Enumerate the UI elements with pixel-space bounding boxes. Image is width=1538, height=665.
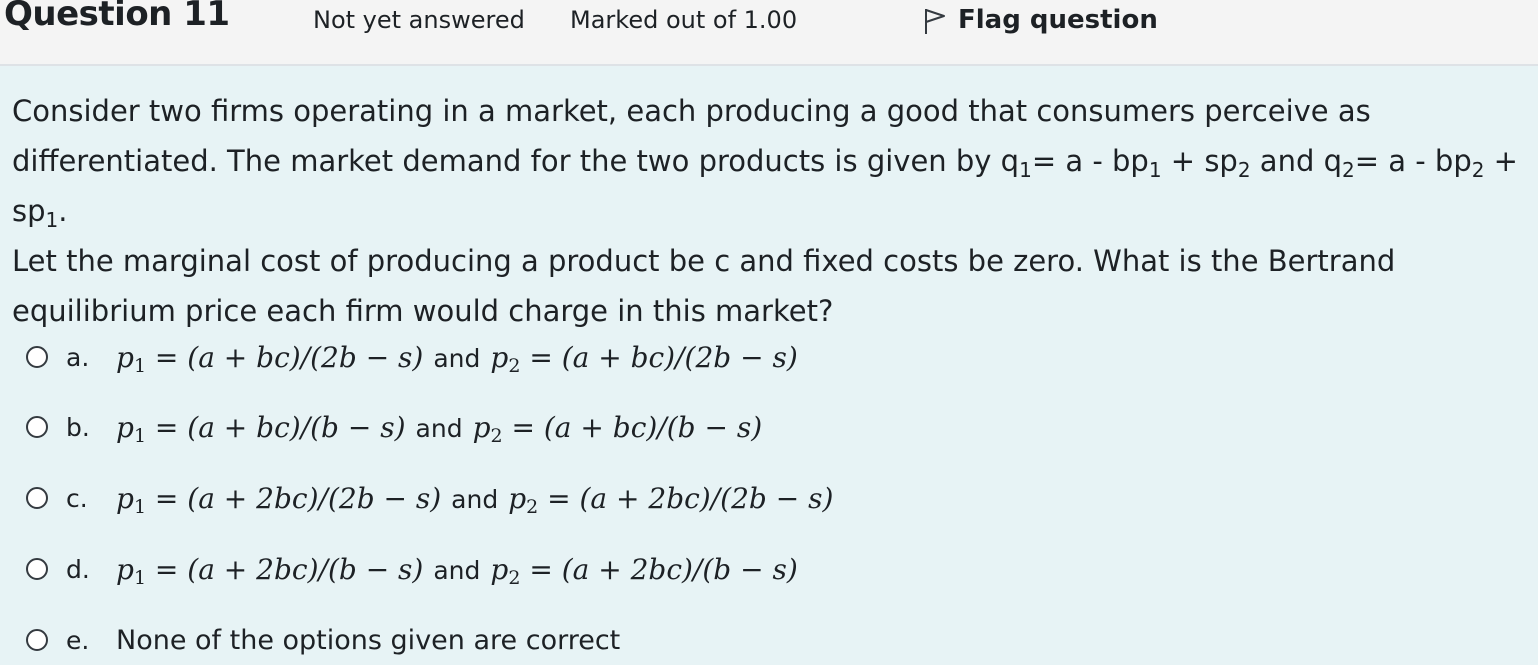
question-line-4: equilibrium price each firm would charge… [12, 294, 834, 328]
option-formula: p1 = (a + 2bc)/(2b − s) and p2 = (a + 2bc)… [116, 481, 834, 518]
flag-question-button[interactable]: Flag question [922, 0, 1158, 40]
option-letter: b. [66, 412, 90, 442]
radio-button[interactable] [26, 346, 48, 368]
answer-option-a[interactable]: a. p1 = (a + bc)/(2b − s) and p2 = (a + bc… [26, 332, 798, 382]
radio-button[interactable] [26, 558, 48, 580]
question-line-3: Let the marginal cost of producing a pro… [12, 244, 1396, 278]
option-letter: a. [66, 342, 90, 372]
question-info-header: Question 11 Not yet answered Marked out … [0, 0, 1538, 66]
answer-option-b[interactable]: b. p1 = (a + bc)/(b − s) and p2 = (a + bc)… [26, 402, 762, 452]
option-letter: d. [66, 554, 90, 584]
radio-button[interactable] [26, 629, 48, 651]
answer-option-e[interactable]: e. None of the options given are correct [26, 615, 620, 665]
answer-option-c[interactable]: c. p1 = (a + 2bc)/(2b − s) and p2 = (a + 2… [26, 473, 833, 523]
radio-button[interactable] [26, 487, 48, 509]
question-text: Consider two firms operating in a market… [12, 86, 1522, 336]
answer-option-d[interactable]: d. p1 = (a + 2bc)/(b − s) and p2 = (a + 2b… [26, 544, 798, 594]
answer-state: Not yet answered [313, 6, 525, 34]
option-formula: p1 = (a + bc)/(2b − s) and p2 = (a + bc)/(… [116, 340, 798, 377]
option-letter: e. [66, 625, 90, 655]
question-line-2: differentiated. The market demand for th… [12, 144, 1518, 232]
question-number: Question 11 [4, 0, 230, 34]
question-line-1: Consider two firms operating in a market… [12, 94, 1371, 128]
option-formula: p1 = (a + 2bc)/(b − s) and p2 = (a + 2bc)/… [116, 552, 798, 589]
radio-button[interactable] [26, 416, 48, 438]
option-letter: c. [66, 483, 88, 513]
option-formula: p1 = (a + bc)/(b − s) and p2 = (a + bc)/(b… [116, 410, 763, 447]
option-text: None of the options given are correct [116, 624, 621, 656]
flag-outline-icon [925, 9, 945, 34]
flag-question-label: Flag question [958, 5, 1158, 35]
question-grade: Marked out of 1.00 [570, 6, 798, 34]
